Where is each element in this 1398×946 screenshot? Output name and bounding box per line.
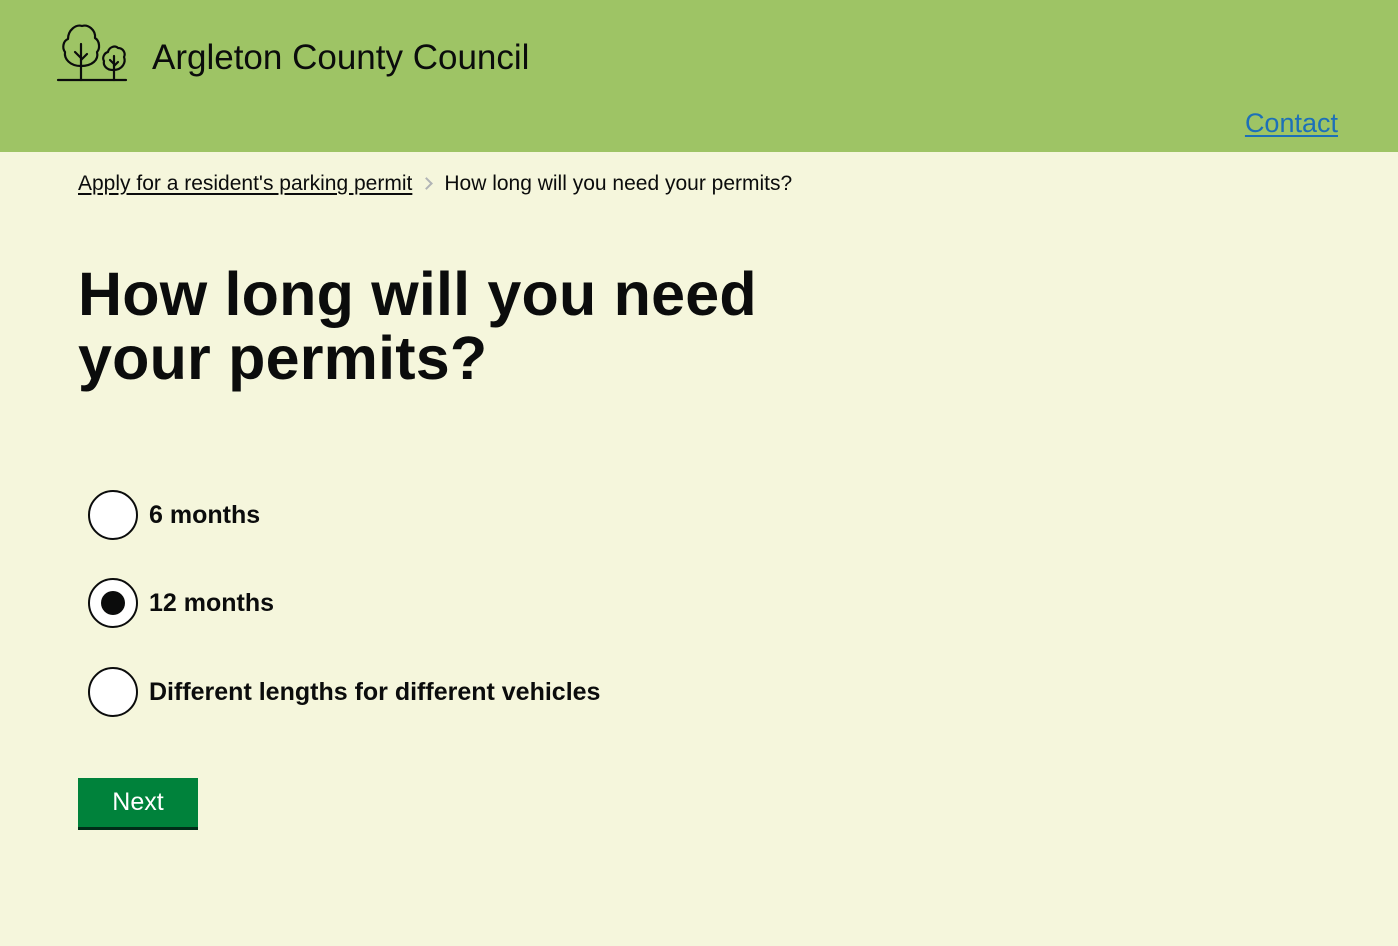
radio-label[interactable]: 6 months (149, 499, 260, 531)
breadcrumb: Apply for a resident's parking permit Ho… (78, 170, 792, 198)
radio-option-12-months[interactable]: 12 months (88, 578, 274, 628)
radio-label[interactable]: Different lengths for different vehicles (149, 676, 600, 708)
page-title: How long will you need your permits? (78, 260, 757, 392)
contact-link[interactable]: Contact (1245, 106, 1338, 140)
org-name: Argleton County Council (152, 38, 530, 77)
radio-button[interactable] (88, 490, 138, 540)
breadcrumb-link-apply[interactable]: Apply for a resident's parking permit (78, 170, 412, 198)
radio-button[interactable] (88, 667, 138, 717)
radio-button-selected[interactable] (88, 578, 138, 628)
breadcrumb-current: How long will you need your permits? (444, 172, 793, 195)
radio-option-different-lengths[interactable]: Different lengths for different vehicles (88, 667, 600, 717)
radio-option-6-months[interactable]: 6 months (88, 490, 260, 540)
radio-label[interactable]: 12 months (149, 587, 274, 619)
chevron-right-icon (412, 170, 444, 198)
site-header: Argleton County Council Contact (0, 0, 1398, 152)
trees-logo-icon[interactable] (56, 22, 128, 84)
next-button[interactable]: Next (78, 778, 198, 827)
